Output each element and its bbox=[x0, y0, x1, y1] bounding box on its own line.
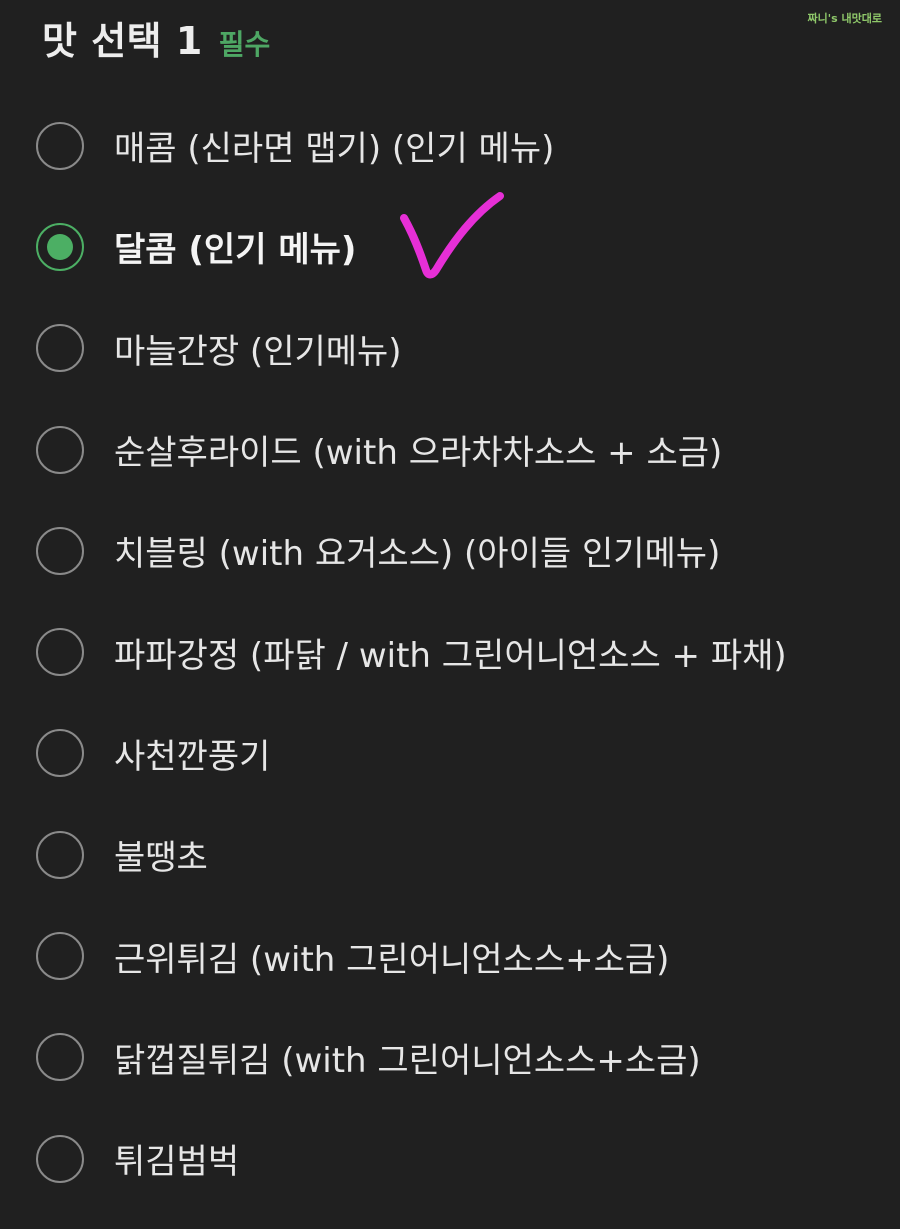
watermark: 짜니's 내맛대로 bbox=[807, 12, 882, 25]
option-label: 매콤 (신라면 맵기) (인기 메뉴) bbox=[114, 129, 555, 170]
option-label: 순살후라이드 (with 으라차차소스 + 소금) bbox=[114, 433, 723, 474]
option-label: 닭껍질튀김 (with 그린어니언소스+소금) bbox=[114, 1040, 701, 1081]
radio-circle-icon[interactable] bbox=[36, 932, 84, 981]
radio-circle-icon[interactable] bbox=[36, 729, 84, 778]
radio-circle-icon[interactable] bbox=[36, 628, 84, 677]
radio-circle-icon[interactable] bbox=[36, 1033, 84, 1082]
option-fried-mix[interactable]: 튀김범벅 bbox=[0, 1108, 900, 1209]
option-label: 사천깐풍기 bbox=[114, 736, 271, 777]
radio-dot-icon bbox=[47, 233, 73, 260]
option-boneless-fried[interactable]: 순살후라이드 (with 으라차차소스 + 소금) bbox=[0, 399, 900, 500]
handdrawn-checkmark-icon bbox=[400, 192, 504, 279]
radio-circle-icon[interactable] bbox=[36, 121, 84, 170]
required-badge: 필수 bbox=[218, 28, 271, 61]
radio-circle-icon[interactable] bbox=[36, 830, 84, 879]
option-label: 마늘간장 (인기메뉴) bbox=[114, 331, 402, 372]
section-title: 맛 선택 1 bbox=[42, 19, 203, 63]
radio-circle-icon[interactable] bbox=[36, 1134, 84, 1183]
option-label: 근위튀김 (with 그린어니언소스+소금) bbox=[114, 939, 670, 980]
option-chicken-skin-fried[interactable]: 닭껍질튀김 (with 그린어니언소스+소금) bbox=[0, 1007, 900, 1108]
section-header: 맛 선택 1 필수 bbox=[42, 10, 271, 63]
radio-circle-icon[interactable] bbox=[36, 526, 84, 575]
option-label: 파파강정 (파닭 / with 그린어니언소스 + 파채) bbox=[114, 635, 787, 676]
option-bulttaengcho[interactable]: 불땡초 bbox=[0, 804, 900, 905]
option-spicy[interactable]: 매콤 (신라면 맵기) (인기 메뉴) bbox=[0, 95, 900, 196]
option-garlic-soy[interactable]: 마늘간장 (인기메뉴) bbox=[0, 298, 900, 399]
option-chibling[interactable]: 치블링 (with 요거소스) (아이들 인기메뉴) bbox=[0, 500, 900, 601]
option-label: 달콤 (인기 메뉴) bbox=[114, 230, 357, 271]
option-label: 치블링 (with 요거소스) (아이들 인기메뉴) bbox=[114, 534, 721, 575]
option-papa-gangjeong[interactable]: 파파강정 (파닭 / with 그린어니언소스 + 파채) bbox=[0, 601, 900, 702]
option-label: 튀김범벅 bbox=[114, 1142, 240, 1183]
option-sichuan-kkanpunggi[interactable]: 사천깐풍기 bbox=[0, 703, 900, 804]
option-label: 불땡초 bbox=[114, 838, 208, 879]
radio-circle-icon[interactable] bbox=[36, 324, 84, 373]
radio-circle-icon[interactable] bbox=[36, 425, 84, 474]
option-gizzard-fried[interactable]: 근위튀김 (with 그린어니언소스+소금) bbox=[0, 905, 900, 1006]
radio-selected-icon[interactable] bbox=[36, 222, 84, 271]
